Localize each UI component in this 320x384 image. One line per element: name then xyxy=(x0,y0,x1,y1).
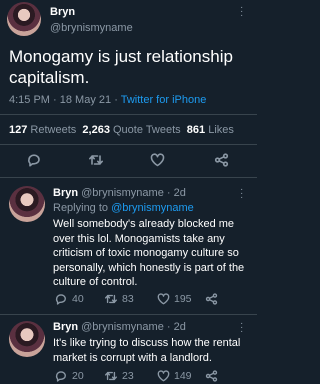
reply-author-name[interactable]: Bryn xyxy=(53,187,78,199)
reply-text-line: criticism of toxic monogamy culture so xyxy=(53,247,239,260)
more-icon[interactable]: · · · xyxy=(240,319,243,337)
retweet-icon xyxy=(105,294,117,304)
like-button[interactable] xyxy=(157,293,170,305)
reply-text-line: culture of control. xyxy=(53,276,138,289)
reply-icon xyxy=(55,294,66,305)
tweet-time: 4:15 PM xyxy=(9,94,50,106)
likes-label: Likes xyxy=(208,124,234,136)
retweets-count: 127 xyxy=(9,124,28,136)
reply-text: It's like trying to discuss how the rent… xyxy=(53,336,240,365)
like-button[interactable] xyxy=(157,370,170,382)
replying-to: Replying to @brynismyname xyxy=(53,202,194,214)
retweet-button[interactable] xyxy=(104,293,118,305)
reply-count: 40 xyxy=(72,293,84,305)
divider xyxy=(0,177,257,178)
divider xyxy=(0,144,257,145)
reply-header: Bryn @brynismyname · 2d xyxy=(53,321,186,333)
reply-header: Bryn @brynismyname · 2d xyxy=(53,187,186,199)
retweets-stat[interactable]: 127 Retweets xyxy=(9,124,76,136)
retweet-button[interactable] xyxy=(104,370,118,382)
divider xyxy=(0,114,257,115)
tweet-text: Monogamy is just relationship capitalism… xyxy=(9,47,233,87)
tweet-source[interactable]: Twitter for iPhone xyxy=(121,94,207,106)
retweet-button[interactable] xyxy=(88,153,104,167)
author-handle[interactable]: @brynismyname xyxy=(50,22,133,34)
tweet-date: 18 May 21 xyxy=(59,94,112,106)
author-name[interactable]: Bryn xyxy=(50,6,75,18)
reply-button[interactable] xyxy=(55,370,67,382)
share-icon xyxy=(205,370,218,382)
retweet-count: 83 xyxy=(122,293,134,305)
share-button[interactable] xyxy=(205,293,218,305)
avatar[interactable] xyxy=(9,321,45,357)
quotes-label: Quote Tweets xyxy=(113,124,181,136)
reply-text-line: It's like trying to discuss how the rent… xyxy=(53,337,241,349)
like-icon xyxy=(157,293,170,305)
reply-author-handle[interactable]: @brynismyname xyxy=(81,321,164,333)
reply-count: 20 xyxy=(72,370,84,382)
reply-icon xyxy=(55,371,66,382)
retweets-label: Retweets xyxy=(30,124,77,136)
engagement-stats: 127 Retweets 2,263 Quote Tweets 861 Like… xyxy=(9,124,234,136)
more-icon[interactable]: · · · xyxy=(240,185,243,203)
more-icon[interactable]: · · · xyxy=(240,3,243,21)
reply-text-line: personally, which honestly is part of th… xyxy=(53,261,245,274)
avatar[interactable] xyxy=(9,186,45,222)
quotes-count: 2,263 xyxy=(82,124,110,136)
avatar[interactable] xyxy=(7,2,41,36)
reply-time[interactable]: · 2d xyxy=(167,187,186,199)
share-button[interactable] xyxy=(205,370,218,382)
likes-count: 861 xyxy=(186,124,206,136)
reply-text-line: over this lol. Monogamists take any xyxy=(53,232,225,245)
reply-time[interactable]: · 2d xyxy=(167,321,186,333)
divider xyxy=(0,314,257,315)
reply-author-handle[interactable]: @brynismyname xyxy=(81,187,164,199)
likes-stat[interactable]: 861 Likes xyxy=(187,124,234,136)
reply-text: Well somebody's already blocked me over … xyxy=(53,217,244,290)
reply-button[interactable] xyxy=(27,153,41,167)
meta-separator: · xyxy=(114,94,118,106)
share-icon xyxy=(205,293,218,305)
like-icon xyxy=(157,370,170,382)
replying-handle[interactable]: @brynismyname xyxy=(111,202,194,214)
meta-separator: · xyxy=(53,94,57,106)
quotes-stat[interactable]: 2,263 Quote Tweets xyxy=(82,124,180,136)
replying-prefix: Replying to xyxy=(53,202,109,214)
share-icon xyxy=(214,153,229,167)
like-count: 149 xyxy=(174,370,192,382)
like-count: 195 xyxy=(174,293,192,305)
retweet-icon xyxy=(89,155,103,165)
like-button[interactable] xyxy=(150,153,165,167)
share-button[interactable] xyxy=(214,153,229,167)
reply-icon xyxy=(28,154,40,167)
reply-text-line: market is corrupt with a landlord. xyxy=(53,351,212,364)
like-icon xyxy=(150,153,165,167)
reply-text-line: Well somebody's already blocked me xyxy=(53,218,235,230)
retweet-count: 23 xyxy=(122,370,134,382)
tweet-meta: 4:15 PM · 18 May 21 · Twitter for iPhone xyxy=(9,94,206,106)
reply-author-name[interactable]: Bryn xyxy=(53,321,78,333)
reply-button[interactable] xyxy=(55,293,67,305)
retweet-icon xyxy=(105,371,117,381)
